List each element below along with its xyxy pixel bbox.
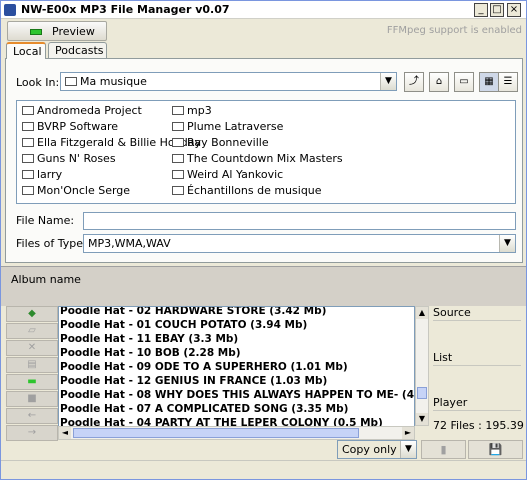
file-name-label: File Name: [16, 214, 75, 227]
preview-button[interactable]: Preview [7, 21, 107, 41]
app-window: NW-E00x MP3 File Manager v0.07 _ □ × Pre… [0, 0, 527, 480]
track-row[interactable]: Poodle Hat - 09 ODE TO A SUPERHERO (1.01… [60, 361, 348, 373]
tab-podcasts[interactable]: Podcasts [48, 42, 107, 59]
track-row[interactable]: Poodle Hat - 01 COUCH POTATO (3.94 Mb) [60, 319, 307, 331]
folder-item[interactable]: Weird Al Yankovic [172, 168, 283, 181]
track-row[interactable]: Poodle Hat - 07 A COMPLICATED SONG (3.35… [60, 403, 348, 415]
scroll-right-icon[interactable]: ► [402, 427, 414, 439]
delete-button[interactable]: ✕ [6, 340, 58, 356]
album-name-bar[interactable]: Album name [1, 266, 526, 306]
files-of-type-label: Files of Type: [16, 237, 87, 250]
folder-item[interactable]: BVRP Software [22, 120, 118, 133]
ffmpeg-status: FFMpeg support is enabled [386, 25, 522, 36]
folder-icon [22, 106, 34, 115]
track-list-horizontal-scrollbar[interactable]: ◄ ► [58, 426, 415, 440]
details-view-button[interactable]: ☰ [498, 72, 518, 92]
track-row[interactable]: Poodle Hat - 12 GENIUS IN FRANCE (1.03 M… [60, 375, 327, 387]
album-name-label: Album name [11, 273, 81, 286]
folder-list: Andromeda Project BVRP Software Ella Fit… [16, 100, 516, 204]
new-folder-button[interactable]: ▭ [454, 72, 474, 92]
folder-icon [172, 122, 184, 131]
scroll-thumb[interactable] [73, 428, 359, 438]
files-of-type-combo[interactable]: MP3,WMA,WAV ▼ [83, 234, 516, 253]
folder-icon [65, 77, 77, 86]
preview-label: Preview [52, 25, 95, 38]
track-row[interactable]: Poodle Hat - 11 EBAY (3.3 Mb) [60, 333, 238, 345]
player-divider [433, 410, 521, 411]
scroll-down-icon[interactable]: ▼ [416, 413, 428, 425]
play-button[interactable]: ▬ [6, 374, 58, 390]
folder-item[interactable]: Andromeda Project [22, 104, 142, 117]
files-of-type-value: MP3,WMA,WAV [88, 237, 171, 250]
folder-icon [22, 154, 34, 163]
copy-mode-combo[interactable]: Copy only ▼ [337, 440, 417, 459]
look-in-combo[interactable]: Ma musique ▼ [60, 72, 397, 91]
folder-item[interactable]: Mon'Oncle Serge [22, 184, 130, 197]
move-down-button[interactable]: → [6, 425, 58, 441]
source-divider [433, 320, 521, 321]
tab-local[interactable]: Local [6, 42, 46, 59]
save-icon[interactable]: 💾 [468, 440, 523, 459]
edit-button[interactable]: ▤ [6, 357, 58, 373]
folder-item[interactable]: mp3 [172, 104, 212, 117]
player-label: Player [433, 396, 468, 409]
chevron-down-icon[interactable]: ▼ [499, 235, 515, 252]
folder-item[interactable]: Plume Latraverse [172, 120, 283, 133]
home-folder-button[interactable]: ⌂ [429, 72, 449, 92]
green-led-icon [30, 29, 42, 35]
chevron-down-icon[interactable]: ▼ [380, 73, 396, 90]
folder-item[interactable]: Guns N' Roses [22, 152, 116, 165]
track-row[interactable]: Poodle Hat - 02 HARDWARE STORE (3.42 Mb) [60, 307, 326, 317]
track-row[interactable]: Poodle Hat - 08 WHY DOES THIS ALWAYS HAP… [60, 389, 414, 401]
stop-transfer-button[interactable]: ▮ [421, 440, 466, 459]
folder-icon [172, 186, 184, 195]
folder-icon [22, 170, 34, 179]
list-label: List [433, 351, 453, 364]
folder-item[interactable]: The Countdown Mix Masters [172, 152, 343, 165]
status-bar [1, 460, 526, 479]
track-row[interactable]: Poodle Hat - 10 BOB (2.28 Mb) [60, 347, 241, 359]
folder-icon [22, 186, 34, 195]
folder-item[interactable]: Ray Bonneville [172, 136, 269, 149]
open-folder-button[interactable]: ▱ [6, 323, 58, 339]
track-list: Poodle Hat - 02 HARDWARE STORE (3.42 Mb)… [58, 306, 415, 440]
folder-item[interactable]: larry [22, 168, 62, 181]
scroll-up-icon[interactable]: ▲ [416, 307, 428, 319]
look-in-value: Ma musique [80, 75, 147, 88]
stop-button[interactable]: ■ [6, 391, 58, 407]
source-label: Source [433, 306, 471, 319]
bottom-controls: Copy only ▼ ▮ 💾 [1, 440, 526, 460]
toolbar: Preview FFMpeg support is enabled [1, 20, 526, 42]
file-chooser-panel: Look In: Ma musique ▼ ⤴ ⌂ ▭ ▦ ☰ Andromed… [5, 58, 523, 263]
chevron-down-icon[interactable]: ▼ [400, 441, 416, 458]
info-pane: Source List Player 72 Files : 195.39 Mb [429, 306, 527, 440]
list-divider [433, 365, 521, 366]
scroll-left-icon[interactable]: ◄ [59, 427, 71, 439]
up-folder-button[interactable]: ⤴ [404, 72, 424, 92]
copy-mode-value: Copy only [342, 443, 397, 456]
folder-icon [22, 138, 34, 147]
folder-icon [172, 170, 184, 179]
file-name-field[interactable] [83, 212, 516, 230]
files-summary: 72 Files : 195.39 Mb [433, 419, 527, 432]
minimize-button[interactable]: _ [474, 3, 488, 17]
add-to-player-button[interactable]: ◆ [6, 306, 58, 322]
folder-item[interactable]: Échantillons de musique [172, 184, 322, 197]
move-up-button[interactable]: ← [6, 408, 58, 424]
folder-icon [22, 122, 34, 131]
folder-icon [172, 154, 184, 163]
folder-icon [172, 138, 184, 147]
maximize-button[interactable]: □ [490, 3, 504, 17]
title-bar[interactable]: NW-E00x MP3 File Manager v0.07 _ □ × [1, 1, 526, 19]
scroll-thumb[interactable] [417, 387, 427, 399]
app-icon [4, 4, 16, 16]
track-list-vertical-scrollbar[interactable]: ▲ ▼ [415, 306, 429, 426]
window-title: NW-E00x MP3 File Manager v0.07 [21, 3, 230, 16]
folder-icon [172, 106, 184, 115]
list-view-button[interactable]: ▦ [479, 72, 499, 92]
look-in-label: Look In: [16, 76, 60, 89]
close-button[interactable]: × [507, 3, 521, 17]
side-toolbar: ◆ ▱ ✕ ▤ ▬ ■ ← → [6, 306, 58, 441]
